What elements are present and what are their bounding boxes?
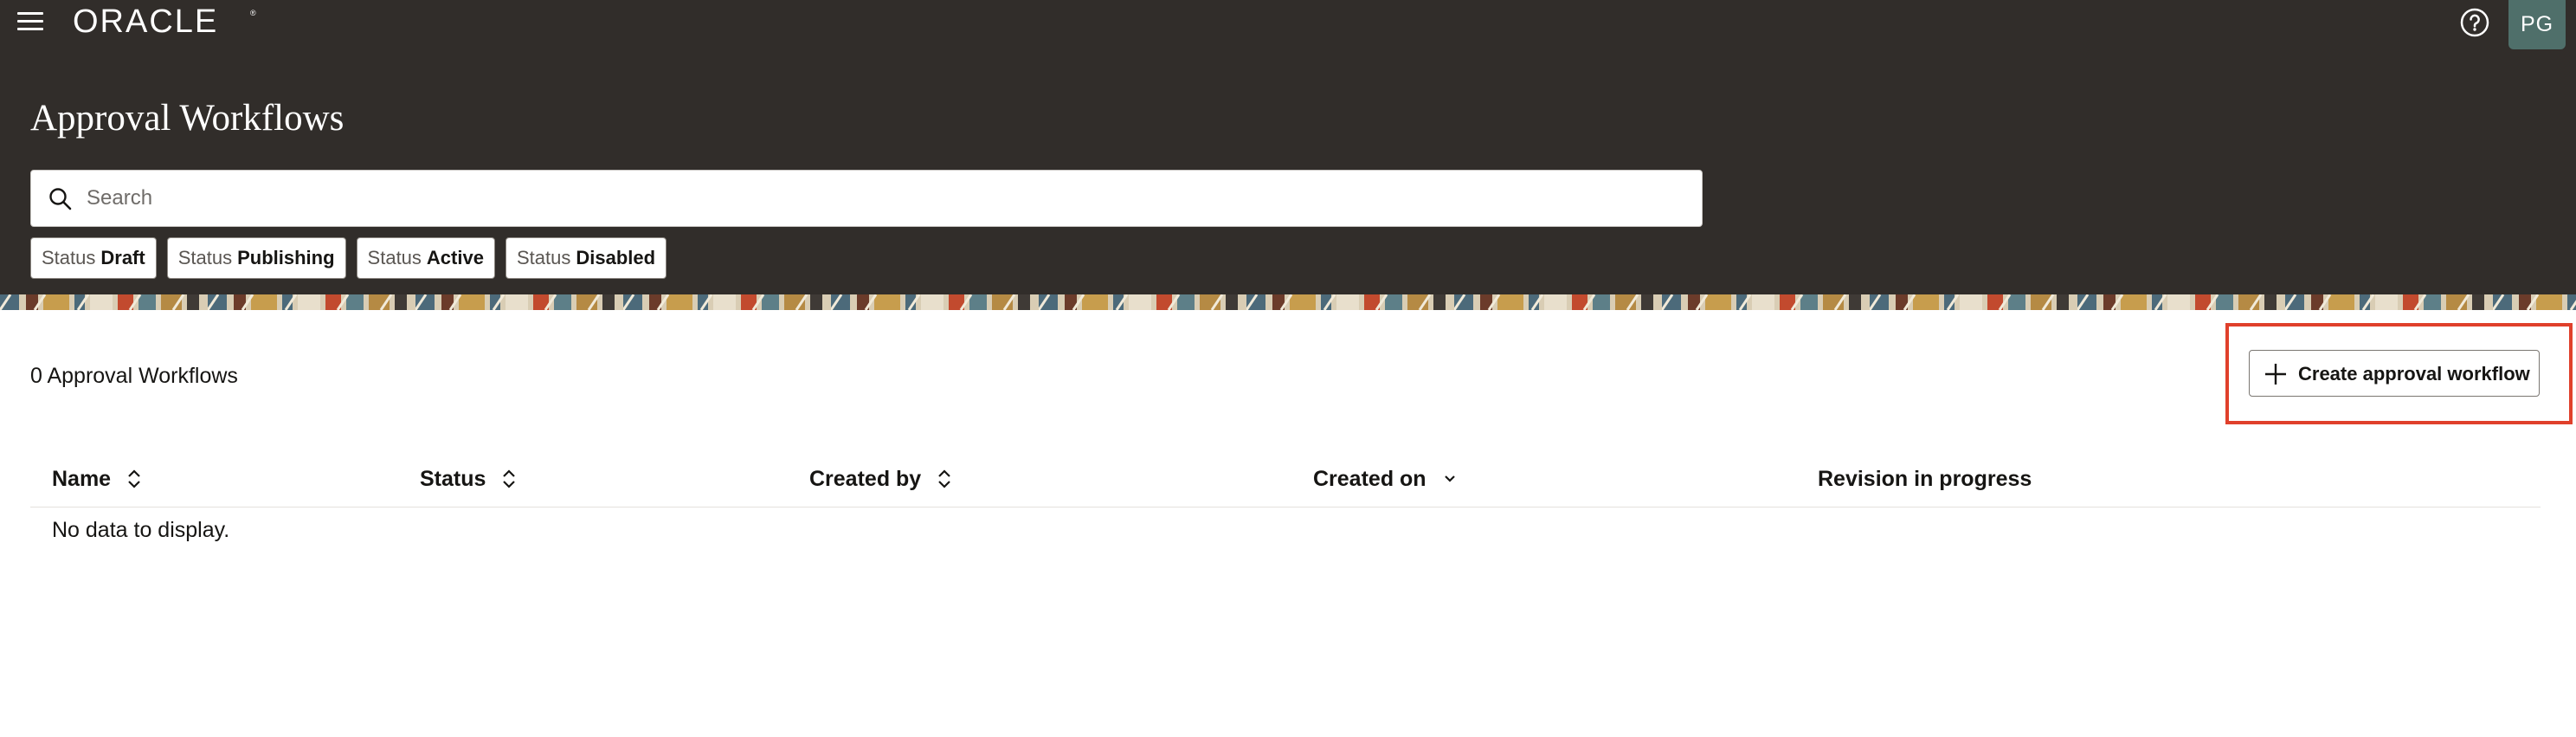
chip-value: Publishing xyxy=(237,247,335,268)
chip-key: Status xyxy=(367,247,422,268)
status-filter-chips: Status Draft Status Publishing Status Ac… xyxy=(30,237,667,279)
column-label: Name xyxy=(52,466,112,491)
column-header-created-by[interactable]: Created by xyxy=(809,450,952,507)
search-box xyxy=(30,170,1703,227)
filter-chip-publishing[interactable]: Status Publishing xyxy=(166,237,346,279)
results-count: 0 Approval Workflows xyxy=(30,364,238,388)
page-title: Approval Workflows xyxy=(30,98,345,139)
chip-value: Disabled xyxy=(576,247,656,268)
column-label: Status xyxy=(420,466,486,491)
oracle-logo: ORACLE ® xyxy=(73,3,256,38)
help-circle-icon[interactable] xyxy=(2458,6,2491,39)
create-button-label: Create approval workflow xyxy=(2298,363,2530,385)
search-input[interactable] xyxy=(87,171,1688,226)
filter-chip-draft[interactable]: Status Draft xyxy=(30,237,157,279)
chip-value: Draft xyxy=(100,247,145,268)
filter-chip-active[interactable]: Status Active xyxy=(356,237,495,279)
app-header: ORACLE ® PG Approval Workflows Status Dr… xyxy=(0,0,2576,294)
chip-value: Active xyxy=(426,247,484,268)
user-avatar[interactable]: PG xyxy=(2508,0,2566,49)
brand-text: ORACLE xyxy=(73,3,218,38)
filter-chip-disabled[interactable]: Status Disabled xyxy=(505,237,667,279)
hamburger-menu-icon[interactable] xyxy=(16,9,45,35)
column-header-name[interactable]: Name xyxy=(52,450,142,507)
sort-descending-icon xyxy=(1444,475,1455,482)
chip-key: Status xyxy=(42,247,96,268)
chip-key: Status xyxy=(516,247,571,268)
chip-key: Status xyxy=(177,247,233,268)
decorative-pattern-band xyxy=(0,294,2576,310)
empty-table-message: No data to display. xyxy=(52,518,230,542)
column-header-status[interactable]: Status xyxy=(420,450,517,507)
sort-unsorted-icon xyxy=(503,469,516,488)
sort-unsorted-icon xyxy=(938,469,950,488)
column-label: Created on xyxy=(1313,466,1426,491)
plus-icon xyxy=(2265,364,2286,385)
column-label: Revision in progress xyxy=(1818,466,2032,491)
search-icon xyxy=(49,188,72,210)
table-header-row: Name Status Created by Created on Revisi… xyxy=(30,450,2541,507)
column-header-created-on[interactable]: Created on xyxy=(1313,450,1458,507)
svg-text:®: ® xyxy=(250,9,256,17)
column-header-revision-in-progress: Revision in progress xyxy=(1818,450,2032,507)
column-label: Created by xyxy=(809,466,922,491)
sort-unsorted-icon xyxy=(128,469,140,488)
workflows-table: Name Status Created by Created on Revisi… xyxy=(30,450,2541,542)
create-approval-workflow-button[interactable]: Create approval workflow xyxy=(2249,350,2540,397)
